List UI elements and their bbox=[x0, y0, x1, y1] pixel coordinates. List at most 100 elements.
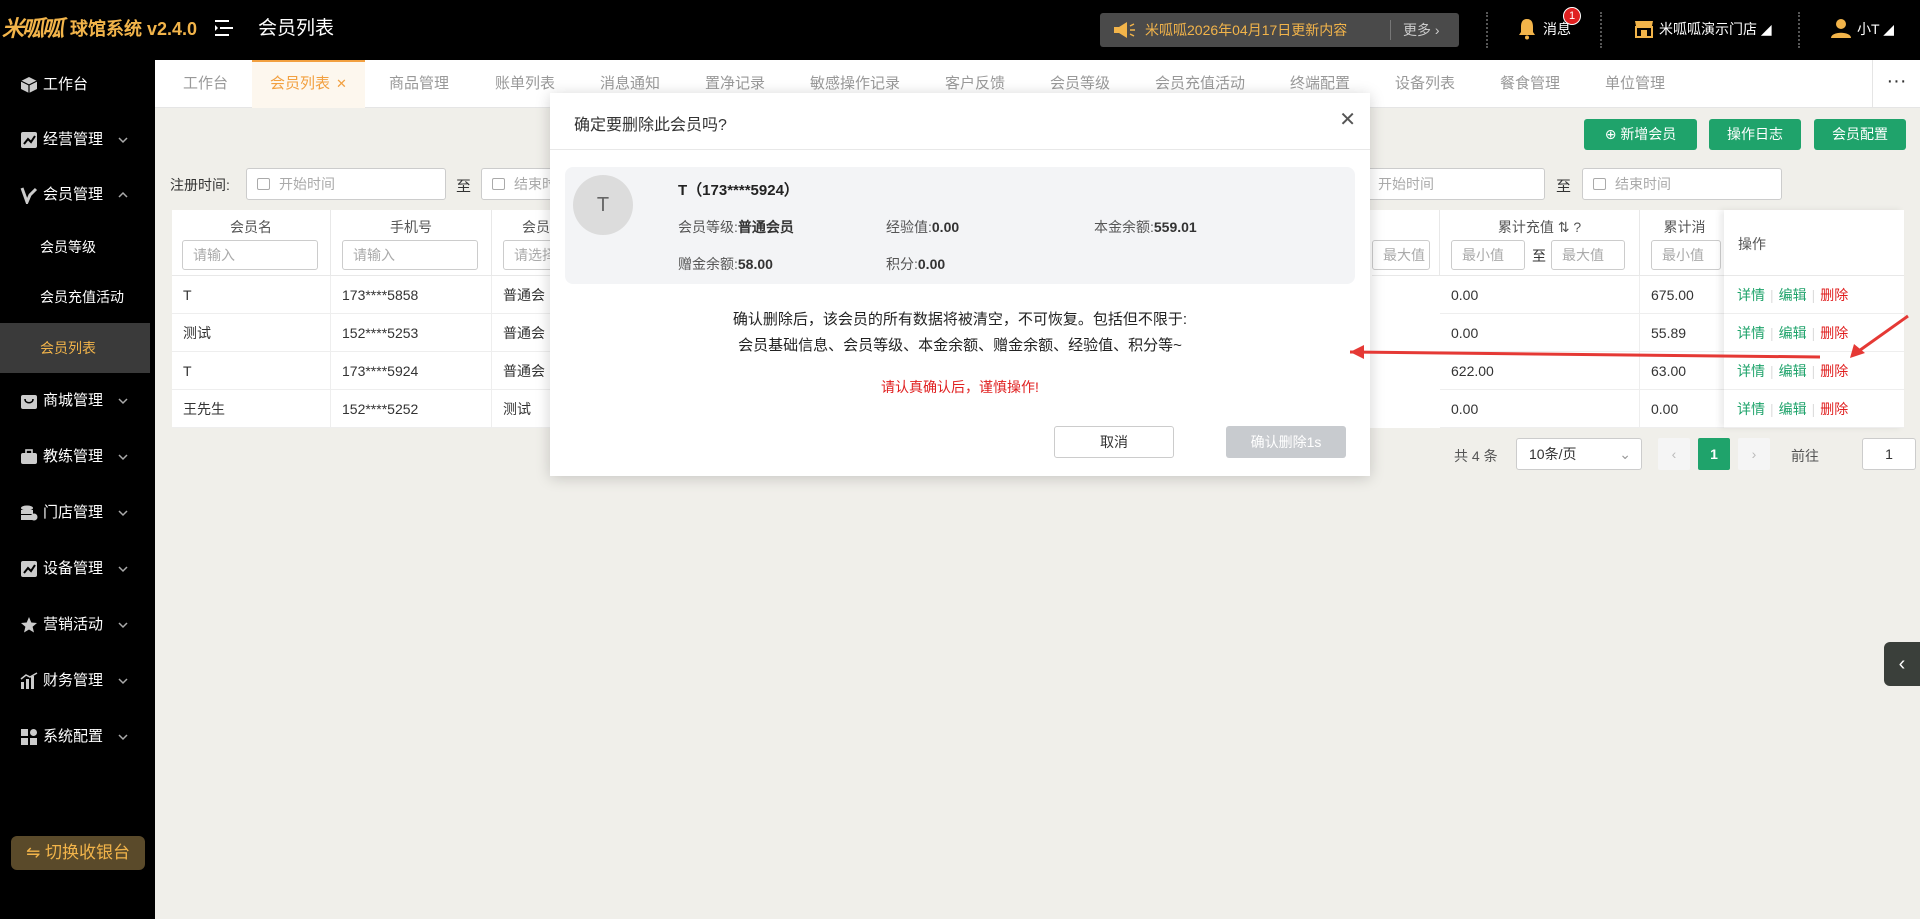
cell-name: T bbox=[172, 276, 331, 314]
dialog-title: 确定要删除此会员吗? bbox=[574, 117, 727, 134]
divider bbox=[1486, 12, 1488, 48]
warning-line-2: 会员基础信息、会员等级、本金余额、赠金余额、经验值、积分等~ bbox=[738, 337, 1182, 354]
sidebar-sub-recharge-activity[interactable]: 会员充值活动 bbox=[0, 272, 150, 322]
bell-icon[interactable] bbox=[1518, 18, 1536, 40]
sidebar-sub-member-list[interactable]: 会员列表 bbox=[0, 323, 150, 373]
sidebar-item-coach[interactable]: 教练管理 bbox=[0, 432, 155, 482]
update-notice[interactable]: 米呱呱2026年04月17日更新内容 更多 › bbox=[1100, 13, 1459, 47]
detail-link[interactable]: 详情 bbox=[1737, 287, 1765, 303]
user-icon[interactable] bbox=[1830, 17, 1852, 39]
add-member-button[interactable]: ⊕ 新增会员 bbox=[1584, 119, 1697, 150]
tab-meals[interactable]: 餐食管理 bbox=[1482, 60, 1578, 108]
page-1-button[interactable]: 1 bbox=[1698, 438, 1730, 470]
sidebar-item-store[interactable]: 门店管理 bbox=[0, 488, 155, 538]
store-icon bbox=[1635, 21, 1653, 38]
table-row-ops: 详情 | 编辑 | 删除 bbox=[1724, 390, 1904, 428]
edit-link[interactable]: 编辑 bbox=[1779, 287, 1807, 303]
phone-filter-input[interactable]: 请输入 bbox=[342, 240, 478, 270]
sidebar-item-device[interactable]: 设备管理 bbox=[0, 544, 155, 594]
shop-icon bbox=[21, 395, 37, 409]
switch-cashier-button[interactable]: ⇋ 切换收银台 bbox=[11, 836, 145, 870]
col-header-hidden: 最大值 bbox=[1372, 210, 1440, 276]
cancel-button[interactable]: 取消 bbox=[1054, 426, 1174, 458]
top-bar: 米呱呱 球馆系统 v2.4.0 会员列表 米呱呱2026年04月17日更新内容 … bbox=[0, 0, 1920, 60]
detail-link[interactable]: 详情 bbox=[1737, 401, 1765, 417]
goto-page-input[interactable]: 1 bbox=[1862, 438, 1916, 470]
chevron-down-icon bbox=[118, 454, 128, 461]
chevron-down-icon bbox=[118, 622, 128, 629]
table-row-ops: 详情 | 编辑 | 删除 bbox=[1724, 276, 1904, 314]
delete-link[interactable]: 删除 bbox=[1820, 401, 1848, 417]
chevron-down-icon bbox=[118, 566, 128, 573]
help-icon: ? bbox=[1573, 219, 1582, 235]
sidebar-item-marketing[interactable]: 营销活动 bbox=[0, 600, 155, 650]
member-info-card: T T（173****5924） 会员等级:普通会员 经验值:0.00 本金余额… bbox=[565, 167, 1355, 284]
name-filter-input[interactable]: 请输入 bbox=[182, 240, 318, 270]
reg-start-date-input[interactable]: 开始时间 bbox=[246, 168, 446, 200]
experience-field: 经验值:0.00 bbox=[886, 219, 960, 235]
store-selector[interactable]: 米呱呱演示门店 ◢ bbox=[1659, 0, 1772, 58]
page-size-select[interactable]: 10条/页 ⌄ bbox=[1516, 438, 1642, 470]
sidebar: 工作台 经营管理 会员管理 会员等级 会员充值活动 会员列表 商城管理 教练管理… bbox=[0, 60, 155, 919]
sidebar-item-operations[interactable]: 经营管理 bbox=[0, 115, 155, 165]
max-filter-input[interactable]: 最大值 bbox=[1372, 240, 1430, 270]
tab-workbench[interactable]: 工作台 bbox=[165, 60, 246, 108]
chart-icon bbox=[21, 132, 37, 148]
next-page-button[interactable]: › bbox=[1738, 438, 1770, 470]
divider bbox=[1798, 12, 1800, 48]
dialog-header: 确定要删除此会员吗? ✕ bbox=[550, 93, 1370, 150]
tab-units[interactable]: 单位管理 bbox=[1587, 60, 1683, 108]
edit-link[interactable]: 编辑 bbox=[1779, 401, 1807, 417]
col-header-ops: 操作 bbox=[1724, 210, 1904, 276]
close-icon[interactable]: ✕ bbox=[1339, 107, 1356, 132]
menu-toggle-icon[interactable] bbox=[215, 18, 233, 38]
grid-icon bbox=[21, 729, 37, 745]
close-icon[interactable]: ✕ bbox=[336, 76, 347, 91]
sidebar-sub-member-level[interactable]: 会员等级 bbox=[0, 222, 150, 272]
star-icon bbox=[21, 617, 37, 633]
logo-text: 米呱呱 bbox=[2, 16, 64, 41]
op-log-button[interactable]: 操作日志 bbox=[1709, 119, 1801, 150]
member-config-button[interactable]: 会员配置 bbox=[1814, 119, 1906, 150]
sidebar-item-workbench[interactable]: 工作台 bbox=[0, 60, 155, 110]
calendar-icon bbox=[1593, 178, 1606, 190]
col-header-consume: 累计消 最小值 bbox=[1640, 210, 1730, 276]
cell-name: T bbox=[172, 352, 331, 390]
logo: 米呱呱 bbox=[0, 12, 64, 46]
col-header-name: 会员名 请输入 bbox=[172, 210, 331, 276]
points-field: 积分:0.00 bbox=[886, 256, 946, 272]
end-date-input[interactable]: 结束时间 bbox=[1582, 168, 1782, 200]
notice-text[interactable]: 米呱呱2026年04月17日更新内容 bbox=[1145, 13, 1347, 47]
tab-devices[interactable]: 设备列表 bbox=[1377, 60, 1473, 108]
col-header-recharge: 累计充值 ⇅ ? 最小值 至 最大值 bbox=[1440, 210, 1640, 276]
tab-member-list[interactable]: 会员列表 ✕ bbox=[252, 60, 365, 108]
prev-page-button[interactable]: ‹ bbox=[1658, 438, 1690, 470]
recharge-min-input[interactable]: 最小值 bbox=[1451, 240, 1525, 270]
start-date-input[interactable]: 开始时间 bbox=[1345, 168, 1545, 200]
collapse-handle[interactable]: ‹ bbox=[1884, 642, 1920, 686]
more-icon[interactable]: ··· bbox=[1872, 60, 1920, 108]
principal-balance-field: 本金余额:559.01 bbox=[1094, 219, 1197, 235]
confirm-delete-button[interactable]: 确认删除1s bbox=[1226, 426, 1346, 458]
calendar-icon bbox=[492, 178, 505, 190]
sidebar-item-mall[interactable]: 商城管理 bbox=[0, 376, 155, 426]
cell-phone: 152****5252 bbox=[331, 390, 492, 428]
tab-products[interactable]: 商品管理 bbox=[371, 60, 467, 108]
chevron-down-icon bbox=[118, 398, 128, 405]
delete-link[interactable]: 删除 bbox=[1820, 287, 1848, 303]
messages-link[interactable]: 消息 bbox=[1543, 0, 1571, 58]
cell-recharge: 0.00 bbox=[1440, 390, 1640, 428]
sidebar-item-finance[interactable]: 财务管理 bbox=[0, 656, 155, 706]
sidebar-item-system[interactable]: 系统配置 bbox=[0, 712, 155, 762]
sidebar-item-members[interactable]: 会员管理 bbox=[0, 170, 155, 220]
user-menu[interactable]: 小T ◢ bbox=[1857, 0, 1894, 58]
member-name: T（173****5924） bbox=[678, 182, 799, 199]
chevron-down-icon bbox=[118, 137, 128, 144]
notice-more-link[interactable]: 更多 › bbox=[1390, 20, 1440, 40]
consume-min-input[interactable]: 最小值 bbox=[1651, 240, 1721, 270]
cell-phone: 152****5253 bbox=[331, 314, 492, 352]
to-label: 至 bbox=[456, 178, 472, 195]
recharge-max-input[interactable]: 最大值 bbox=[1551, 240, 1625, 270]
cell-phone: 173****5858 bbox=[331, 276, 492, 314]
cell-consume: 0.00 bbox=[1640, 390, 1730, 428]
